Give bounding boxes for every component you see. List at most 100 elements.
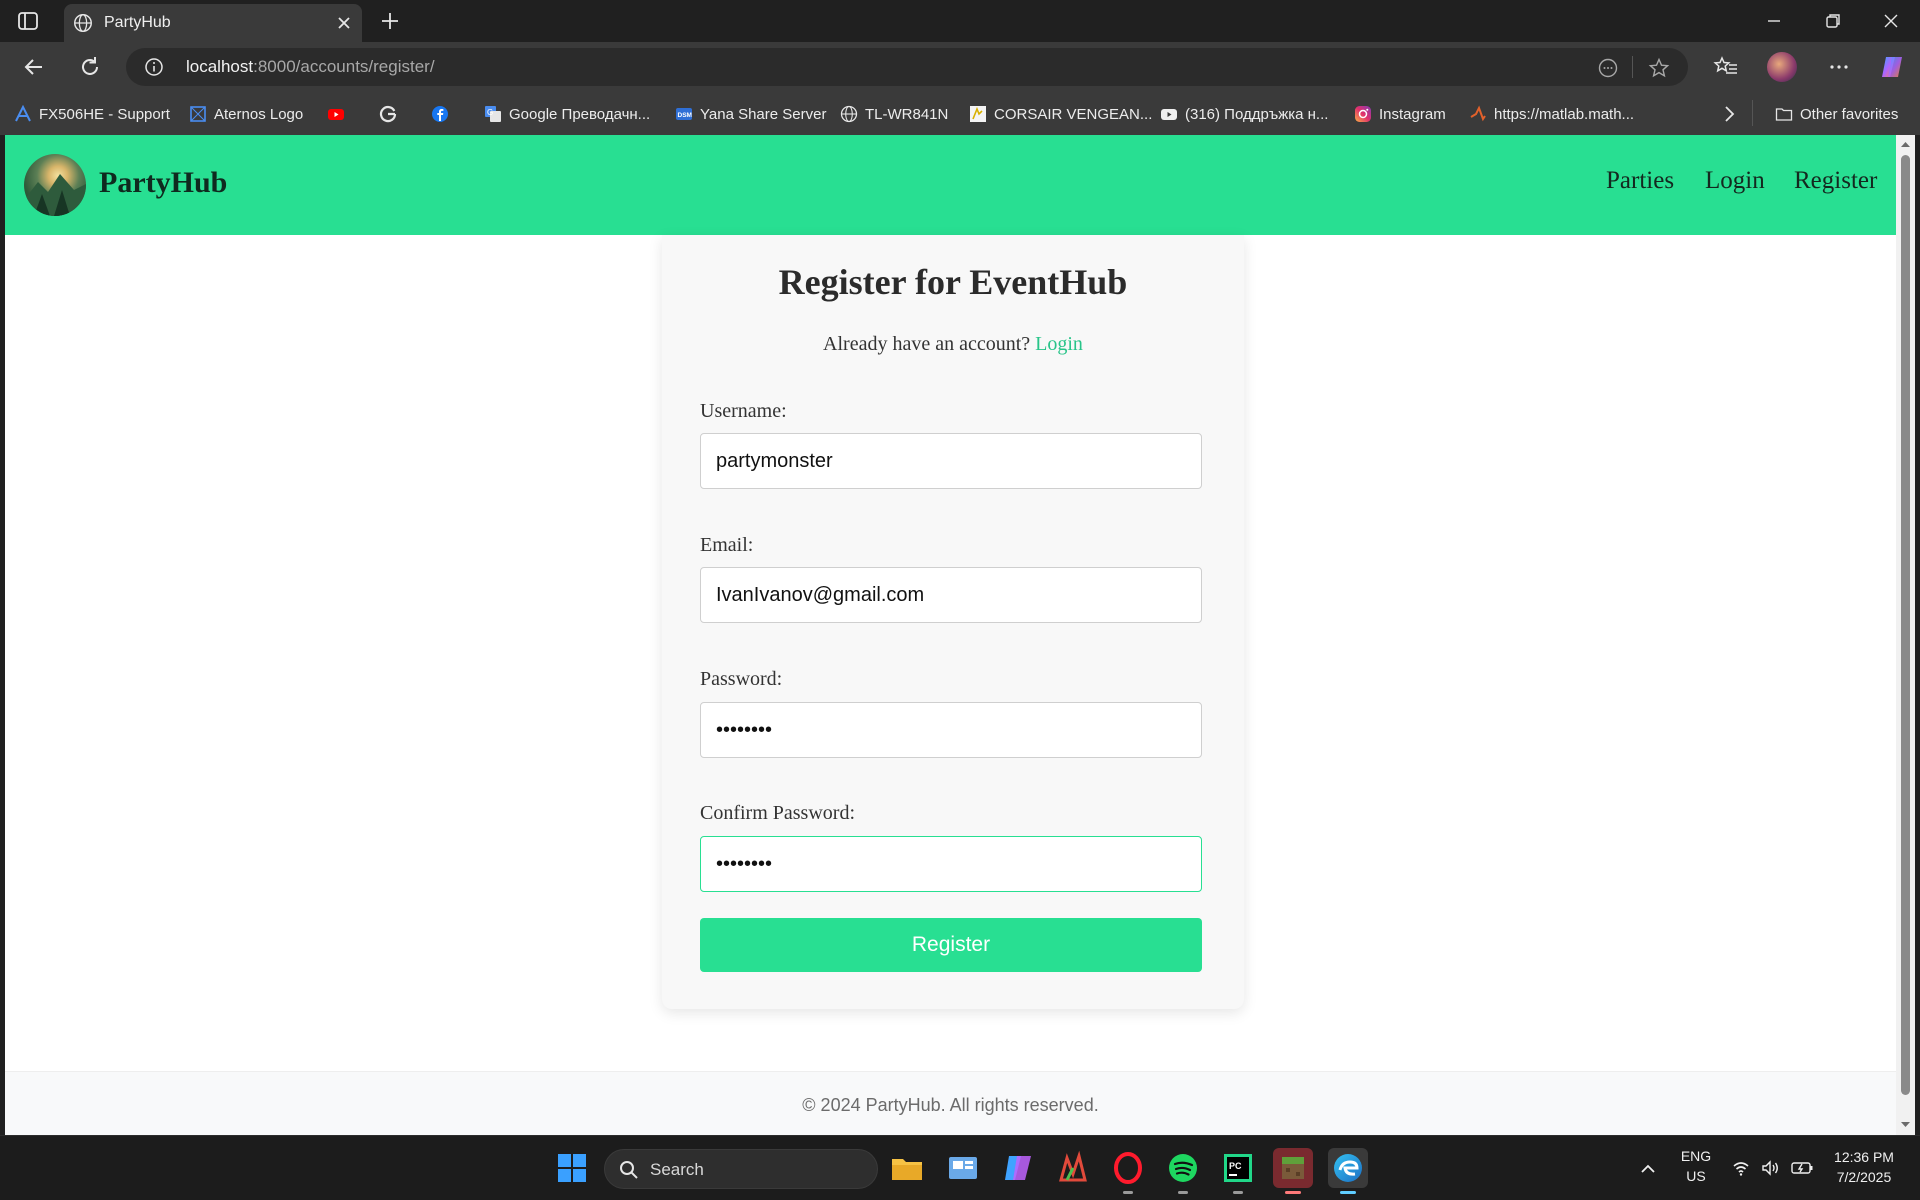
- nav-login[interactable]: Login: [1705, 167, 1765, 195]
- site-logo[interactable]: [24, 154, 86, 216]
- bookmark-item[interactable]: TL-WR841N: [840, 103, 948, 125]
- corsair-icon: [970, 106, 986, 122]
- bookmark-item[interactable]: [327, 103, 345, 125]
- pycharm-icon: PC: [1224, 1154, 1252, 1182]
- register-card: Register for EventHub Already have an ac…: [662, 235, 1244, 1009]
- page-scrollbar[interactable]: [1896, 135, 1915, 1135]
- scroll-down-icon[interactable]: [1900, 1119, 1911, 1130]
- control-panel-icon: [949, 1157, 977, 1179]
- taskbar-edge[interactable]: [1328, 1148, 1368, 1194]
- svg-text:PC: PC: [1229, 1161, 1242, 1171]
- bookmark-item[interactable]: Instagram: [1354, 103, 1446, 125]
- wifi-icon[interactable]: [1731, 1158, 1751, 1178]
- youtube-icon: [1161, 109, 1177, 120]
- bookmark-item[interactable]: https://matlab.math...: [1469, 103, 1634, 125]
- bookmark-item[interactable]: FX506HE - Support: [14, 103, 170, 125]
- asus-icon: [15, 105, 31, 122]
- address-bar[interactable]: localhost:8000/accounts/register/: [126, 48, 1688, 86]
- scrollbar-thumb[interactable]: [1901, 155, 1910, 1095]
- page-title: Register for EventHub: [778, 262, 1128, 302]
- close-tab-icon[interactable]: [334, 13, 354, 33]
- more-options-icon[interactable]: [1825, 53, 1853, 81]
- password-label: Password:: [700, 668, 783, 690]
- dsm-icon: DSM: [676, 108, 692, 120]
- refresh-icon[interactable]: [76, 53, 104, 81]
- translate-icon: G: [485, 106, 501, 122]
- clock[interactable]: 12:36 PM 7/2/2025: [1826, 1149, 1902, 1185]
- site-footer: © 2024 PartyHub. All rights reserved.: [5, 1071, 1896, 1135]
- omnibox-divider: [1632, 56, 1633, 78]
- taskbar-opera[interactable]: [1108, 1148, 1148, 1194]
- opera-icon: [1114, 1152, 1142, 1184]
- bookmark-item[interactable]: (316) Поддръжка н...: [1160, 103, 1328, 125]
- email-label: Email:: [700, 534, 754, 556]
- browser-tab[interactable]: PartyHub: [64, 4, 362, 42]
- profile-avatar[interactable]: [1767, 52, 1797, 82]
- restore-icon[interactable]: [1821, 9, 1845, 33]
- new-tab-icon[interactable]: [378, 9, 402, 33]
- confirm-password-input[interactable]: [700, 836, 1202, 892]
- close-window-icon[interactable]: [1879, 9, 1903, 33]
- copilot-icon: [1005, 1156, 1031, 1180]
- taskbar-search[interactable]: Search: [604, 1149, 878, 1189]
- browser-toolbar: localhost:8000/accounts/register/: [0, 42, 1920, 92]
- google-icon: [379, 105, 397, 123]
- running-indicator: [1340, 1191, 1356, 1194]
- bookmark-item[interactable]: [379, 103, 397, 125]
- taskbar-pycharm[interactable]: PC: [1218, 1148, 1258, 1194]
- windows-icon: [558, 1154, 586, 1182]
- taskbar-control-panel[interactable]: [943, 1148, 983, 1188]
- url-text[interactable]: localhost:8000/accounts/register/: [186, 57, 435, 77]
- folder-icon: [1775, 108, 1793, 121]
- other-favorites[interactable]: Other favorites: [1775, 103, 1898, 125]
- tab-actions-icon[interactable]: [16, 9, 40, 33]
- nav-parties[interactable]: Parties: [1606, 167, 1674, 195]
- chevron-right-icon[interactable]: [1718, 103, 1740, 125]
- favorites-icon[interactable]: [1712, 53, 1740, 81]
- volume-icon[interactable]: [1760, 1158, 1780, 1178]
- taskbar-spotify[interactable]: [1163, 1148, 1203, 1194]
- language-indicator[interactable]: ENG US: [1678, 1148, 1714, 1184]
- taskbar-file-explorer[interactable]: [887, 1148, 927, 1188]
- copilot-icon[interactable]: [1878, 53, 1906, 81]
- login-link[interactable]: Login: [1035, 333, 1083, 355]
- brand-name[interactable]: PartyHub: [99, 166, 227, 200]
- clock-date: 7/2/2025: [1836, 1169, 1892, 1185]
- site-info-icon[interactable]: [144, 57, 164, 77]
- taskbar-minecraft[interactable]: [1273, 1148, 1313, 1194]
- back-arrow-icon[interactable]: [20, 53, 48, 81]
- password-input[interactable]: [700, 702, 1202, 758]
- confirm-password-label: Confirm Password:: [700, 802, 855, 824]
- login-prompt: Already have an account? Login: [662, 333, 1244, 356]
- start-button[interactable]: [552, 1148, 592, 1188]
- globe-icon: [74, 14, 92, 32]
- taskbar-copilot[interactable]: [998, 1148, 1038, 1188]
- language-code: ENG: [1680, 1148, 1712, 1164]
- read-aloud-icon[interactable]: [1597, 57, 1619, 79]
- facebook-icon: [432, 106, 448, 122]
- clock-time: 12:36 PM: [1834, 1149, 1894, 1165]
- page-viewport: PartyHub Parties Login Register Register…: [5, 135, 1896, 1135]
- username-input[interactable]: [700, 433, 1202, 489]
- bookmark-item[interactable]: CORSAIR VENGEAN...: [969, 103, 1152, 125]
- bookmark-item[interactable]: DSM Yana Share Server: [675, 103, 826, 125]
- register-button[interactable]: Register: [700, 918, 1202, 972]
- instagram-icon: [1355, 106, 1371, 122]
- chevron-up-icon[interactable]: [1637, 1158, 1659, 1180]
- bookmark-item[interactable]: G Google Преводачн...: [484, 103, 650, 125]
- running-indicator: [1123, 1191, 1133, 1194]
- matlab-icon: [1470, 105, 1486, 122]
- minimize-icon[interactable]: [1762, 9, 1786, 33]
- favorite-star-icon[interactable]: [1648, 57, 1670, 79]
- battery-icon[interactable]: [1790, 1158, 1814, 1178]
- email-input[interactable]: [700, 567, 1202, 623]
- edge-icon: [1334, 1154, 1362, 1182]
- taskbar-app[interactable]: [1053, 1148, 1093, 1188]
- svg-text:G: G: [487, 108, 493, 117]
- bookmark-item[interactable]: [431, 103, 449, 125]
- scroll-up-icon[interactable]: [1900, 139, 1911, 150]
- window-edge: [1915, 135, 1920, 1135]
- minecraft-icon: [1282, 1157, 1304, 1179]
- bookmark-item[interactable]: Aternos Logo: [189, 103, 303, 125]
- nav-register[interactable]: Register: [1794, 167, 1877, 195]
